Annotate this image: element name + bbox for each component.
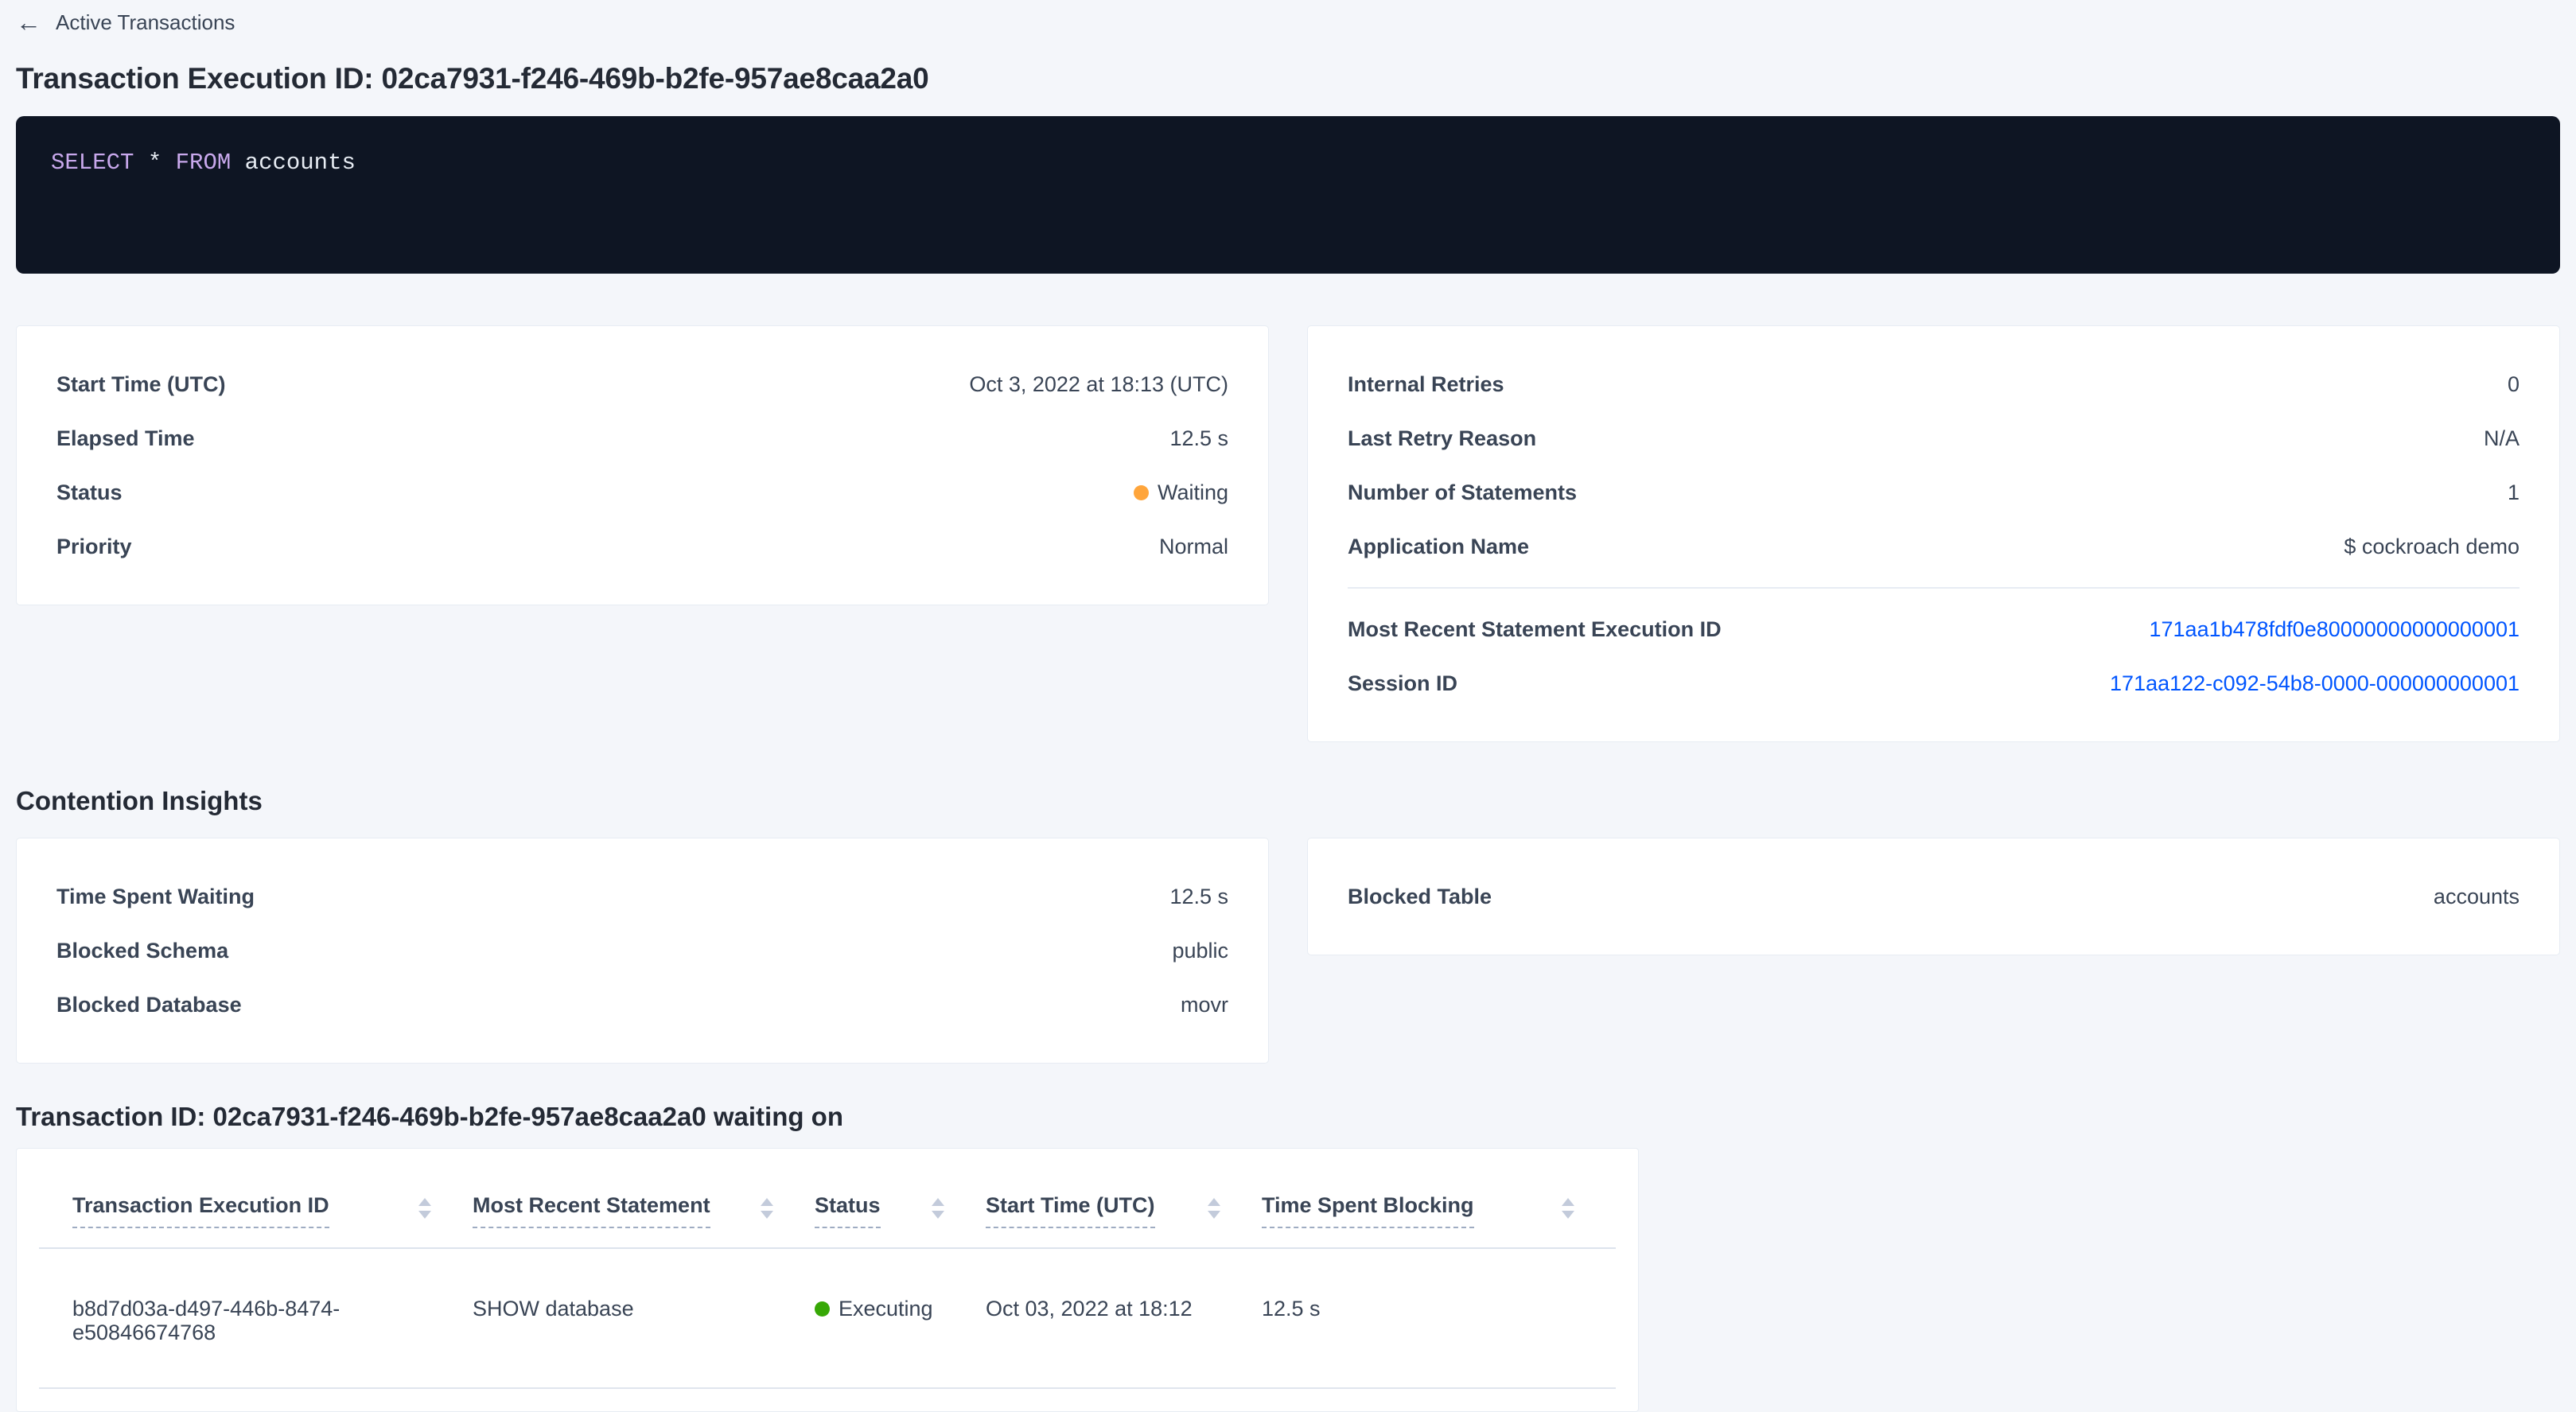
column-header-time-spent-blocking-label: Time Spent Blocking (1262, 1193, 1474, 1228)
priority-value: Normal (1159, 535, 1228, 558)
status-waiting-dot-icon (1134, 485, 1149, 500)
sort-arrows-icon[interactable] (761, 1198, 773, 1219)
column-header-most-recent-statement[interactable]: Most Recent Statement (473, 1193, 815, 1228)
sort-descending-icon (418, 1211, 431, 1219)
status-label: Status (56, 480, 123, 504)
status-executing-dot-icon (815, 1301, 830, 1317)
sql-keyword-from: FROM (176, 150, 232, 176)
cell-start-time: Oct 03, 2022 at 18:12 (986, 1297, 1262, 1344)
status-value: Waiting (1134, 480, 1228, 504)
waiting-on-heading: Transaction ID: 02ca7931-f246-469b-b2fe-… (16, 1102, 2560, 1132)
summary-row-elapsed-time: Elapsed Time 12.5 s (56, 426, 1228, 450)
sort-descending-icon (761, 1211, 773, 1219)
cell-status-text: Executing (839, 1297, 933, 1321)
column-header-status-label: Status (815, 1193, 881, 1228)
transaction-summary-card: Start Time (UTC) Oct 3, 2022 at 18:13 (U… (16, 325, 1269, 605)
blocked-table-value: accounts (2434, 885, 2520, 908)
blocked-schema-label: Blocked Schema (56, 939, 228, 963)
column-header-start-time[interactable]: Start Time (UTC) (986, 1193, 1262, 1228)
sql-identifier-accounts: accounts (245, 150, 356, 176)
column-header-transaction-execution-id[interactable]: Transaction Execution ID (39, 1193, 473, 1228)
contention-waiting-card: Time Spent Waiting 12.5 s Blocked Schema… (16, 838, 1269, 1064)
sort-arrows-icon[interactable] (932, 1198, 944, 1219)
column-header-most-recent-statement-label: Most Recent Statement (473, 1193, 710, 1228)
status-value-text: Waiting (1158, 480, 1228, 504)
sort-arrows-icon[interactable] (418, 1198, 431, 1219)
last-retry-reason-label: Last Retry Reason (1348, 426, 1536, 450)
cell-transaction-execution-id: b8d7d03a-d497-446b-8474-e50846674768 (39, 1297, 473, 1344)
sort-ascending-icon (1562, 1198, 1574, 1206)
application-name-label: Application Name (1348, 535, 1529, 558)
time-spent-waiting-label: Time Spent Waiting (56, 885, 255, 908)
contention-insights-heading: Contention Insights (16, 786, 2560, 816)
summary-cards-row: Start Time (UTC) Oct 3, 2022 at 18:13 (U… (16, 325, 2560, 742)
details-row-statement-execution-id: Most Recent Statement Execution ID 171aa… (1348, 617, 2520, 641)
number-of-statements-value: 1 (2508, 480, 2520, 504)
cell-time-spent-blocking: 12.5 s (1262, 1297, 1616, 1344)
sort-ascending-icon (932, 1198, 944, 1206)
sort-descending-icon (932, 1211, 944, 1219)
details-row-session-id: Session ID 171aa122-c092-54b8-0000-00000… (1348, 671, 2520, 695)
sort-arrows-icon[interactable] (1562, 1198, 1574, 1219)
waiting-on-table: Transaction Execution ID Most Recent Sta… (16, 1148, 1639, 1412)
statement-execution-id-label: Most Recent Statement Execution ID (1348, 617, 1722, 641)
blocked-database-label: Blocked Database (56, 993, 242, 1017)
blocked-database-value: movr (1181, 993, 1228, 1017)
contention-cards-row: Time Spent Waiting 12.5 s Blocked Schema… (16, 838, 2560, 1064)
column-header-start-time-label: Start Time (UTC) (986, 1193, 1155, 1228)
sql-keyword-select: SELECT (51, 150, 134, 176)
details-card-divider (1348, 587, 2520, 589)
summary-row-priority: Priority Normal (56, 535, 1228, 558)
page-title: Transaction Execution ID: 02ca7931-f246-… (16, 62, 2560, 95)
cell-most-recent-statement: SHOW database (473, 1297, 815, 1344)
details-row-internal-retries: Internal Retries 0 (1348, 372, 2520, 396)
contention-row-blocked-table: Blocked Table accounts (1348, 885, 2520, 908)
elapsed-time-label: Elapsed Time (56, 426, 195, 450)
column-header-time-spent-blocking[interactable]: Time Spent Blocking (1262, 1193, 1616, 1228)
statement-execution-id-link[interactable]: 171aa1b478fdf0e80000000000000001 (2150, 617, 2520, 641)
internal-retries-value: 0 (2508, 372, 2520, 396)
time-spent-waiting-value: 12.5 s (1169, 885, 1228, 908)
session-id-label: Session ID (1348, 671, 1457, 695)
internal-retries-label: Internal Retries (1348, 372, 1504, 396)
blocked-schema-value: public (1172, 939, 1228, 963)
summary-row-status: Status Waiting (56, 480, 1228, 504)
number-of-statements-label: Number of Statements (1348, 480, 1577, 504)
details-row-last-retry-reason: Last Retry Reason N/A (1348, 426, 2520, 450)
back-arrow-icon: ← (16, 10, 41, 35)
last-retry-reason-value: N/A (2484, 426, 2520, 450)
cell-status: Executing (815, 1297, 986, 1344)
sort-arrows-icon[interactable] (1208, 1198, 1220, 1219)
column-header-transaction-execution-id-label: Transaction Execution ID (72, 1193, 329, 1228)
sql-statement-box: SELECT * FROM accounts (16, 116, 2560, 274)
summary-row-start-time: Start Time (UTC) Oct 3, 2022 at 18:13 (U… (56, 372, 1228, 396)
waiting-table-header-row: Transaction Execution ID Most Recent Sta… (39, 1149, 1616, 1249)
sort-descending-icon (1208, 1211, 1220, 1219)
back-to-active-transactions-link[interactable]: ← Active Transactions (16, 10, 235, 35)
start-time-value: Oct 3, 2022 at 18:13 (UTC) (969, 372, 1228, 396)
contention-row-blocked-schema: Blocked Schema public (56, 939, 1228, 963)
priority-label: Priority (56, 535, 132, 558)
sort-ascending-icon (761, 1198, 773, 1206)
details-row-number-of-statements: Number of Statements 1 (1348, 480, 2520, 504)
contention-row-time-spent-waiting: Time Spent Waiting 12.5 s (56, 885, 1228, 908)
transaction-details-card: Internal Retries 0 Last Retry Reason N/A… (1307, 325, 2560, 742)
sort-ascending-icon (418, 1198, 431, 1206)
sql-operator-star: * (148, 150, 161, 176)
contention-blocked-table-card: Blocked Table accounts (1307, 838, 2560, 955)
details-row-application-name: Application Name $ cockroach demo (1348, 535, 2520, 558)
contention-row-blocked-database: Blocked Database movr (56, 993, 1228, 1017)
sort-descending-icon (1562, 1211, 1574, 1219)
sort-ascending-icon (1208, 1198, 1220, 1206)
back-link-label: Active Transactions (56, 10, 235, 35)
session-id-link[interactable]: 171aa122-c092-54b8-0000-000000000001 (2110, 671, 2520, 695)
elapsed-time-value: 12.5 s (1169, 426, 1228, 450)
start-time-label: Start Time (UTC) (56, 372, 226, 396)
column-header-status[interactable]: Status (815, 1193, 986, 1228)
waiting-table-row: b8d7d03a-d497-446b-8474-e50846674768 SHO… (39, 1249, 1616, 1389)
application-name-value: $ cockroach demo (2344, 535, 2520, 558)
blocked-table-label: Blocked Table (1348, 885, 1492, 908)
